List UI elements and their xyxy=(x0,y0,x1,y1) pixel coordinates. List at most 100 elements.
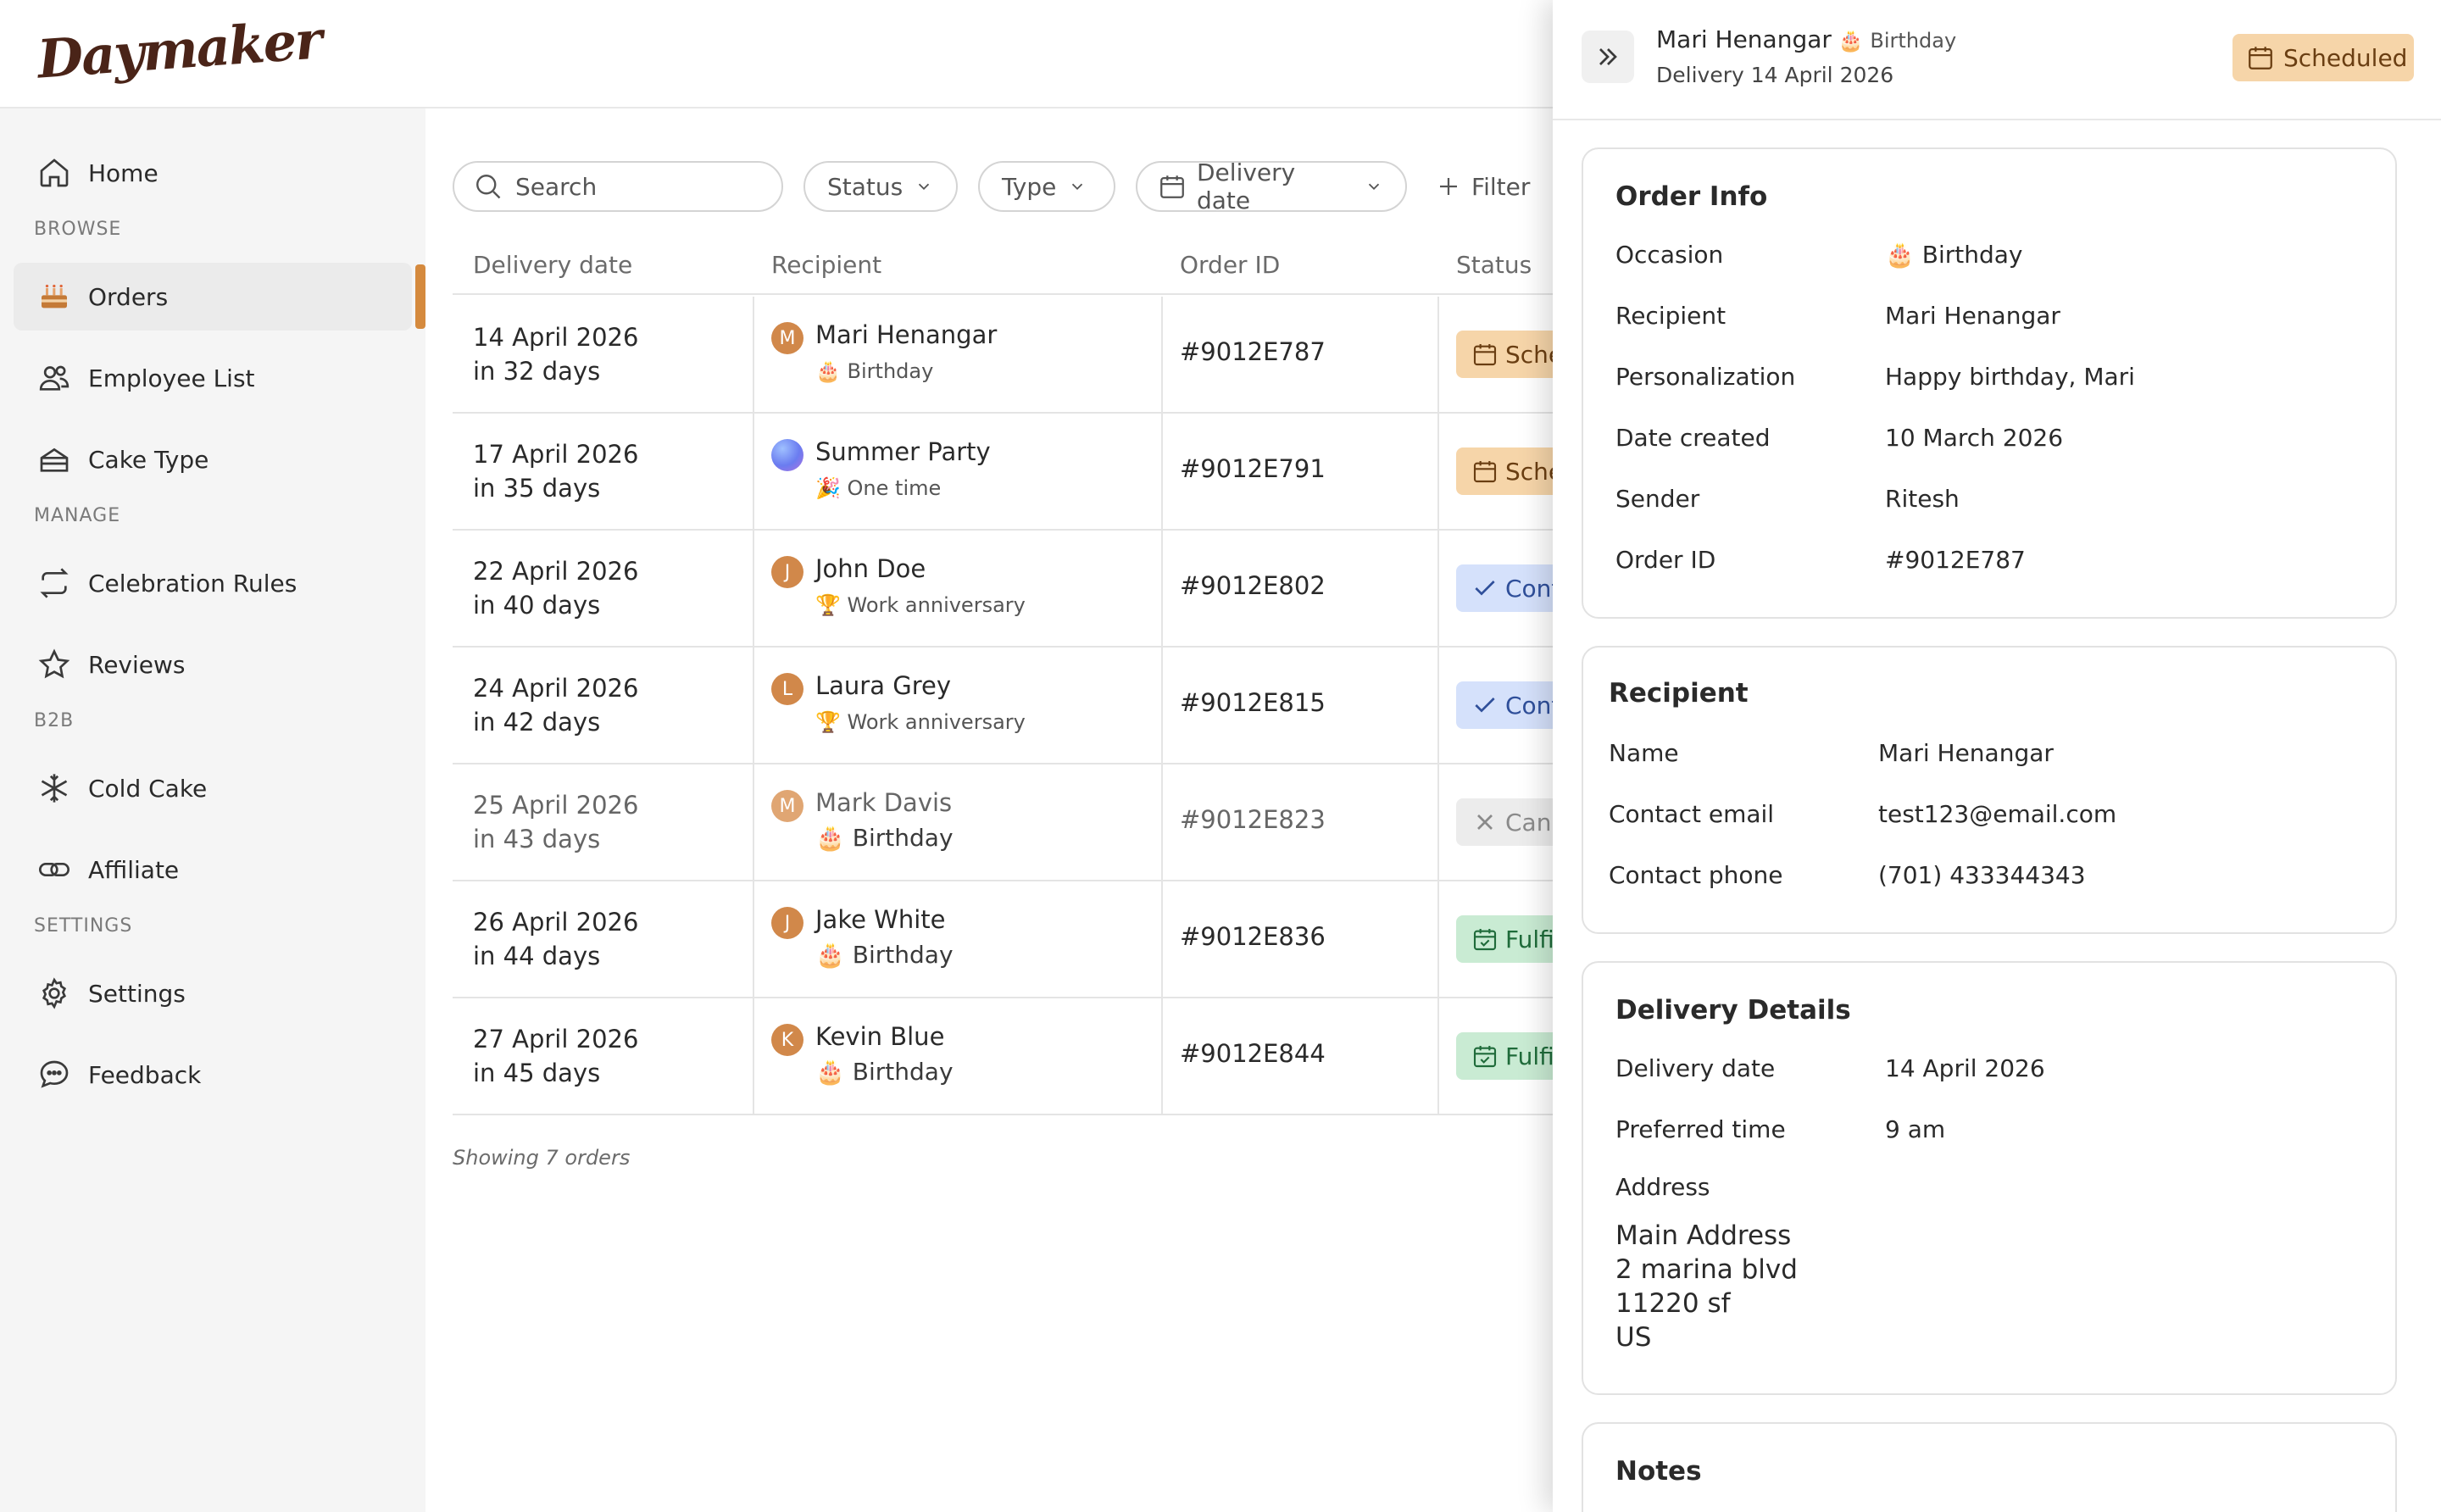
order-info-card: Order Info Occasion 🎂 Birthday Recipient… xyxy=(1582,147,2397,619)
calendar-icon xyxy=(1471,458,1499,485)
repeat-icon xyxy=(36,564,73,602)
column-divider xyxy=(1437,881,1439,998)
field-label: Preferred time xyxy=(1615,1115,1786,1143)
status-filter-label: Status xyxy=(827,172,904,201)
column-divider xyxy=(1161,998,1163,1115)
card-title: Order Info xyxy=(1615,181,1768,212)
avatar: M xyxy=(771,790,803,822)
occasion-value: 🎂 Birthday xyxy=(1885,241,2023,269)
avatar: L xyxy=(771,673,803,705)
column-divider xyxy=(1161,764,1163,881)
delivery-date: 25 April 2026 xyxy=(473,791,639,820)
column-divider xyxy=(1437,414,1439,531)
contact-email-value[interactable]: test123@email.com xyxy=(1878,800,2116,828)
order-id: #9012E815 xyxy=(1180,688,1326,717)
recipient-name: Mari Henangar xyxy=(815,320,998,349)
occasion-label: Work anniversary xyxy=(847,593,1026,617)
delivery-date: 24 April 2026 xyxy=(473,674,639,703)
column-divider xyxy=(753,998,754,1115)
sidebar-item-cold-cake[interactable]: Cold Cake xyxy=(14,754,412,822)
order-id: #9012E823 xyxy=(1180,805,1326,834)
sidebar-item-employee-list[interactable]: Employee List xyxy=(14,344,412,412)
avatar xyxy=(771,439,803,471)
delivery-date-filter[interactable]: Delivery date xyxy=(1136,158,1407,214)
sidebar-item-label: Cake Type xyxy=(88,445,209,474)
add-filter-button[interactable]: Filter xyxy=(1427,161,1563,212)
calendar-icon xyxy=(1160,175,1184,198)
delivery-date-cell: 24 April 2026 in 42 days xyxy=(473,671,638,739)
table-row[interactable]: 26 April 2026 in 44 days J Jake White 🎂 Birt… xyxy=(453,881,1575,998)
field-label: Recipient xyxy=(1615,302,1726,330)
status-badge: Scheduled xyxy=(2232,34,2414,81)
occasion-type: 🎂 Birthday xyxy=(815,1058,954,1086)
drawer-delivery-subtitle: Delivery 14 April 2026 xyxy=(1656,63,1894,87)
column-divider xyxy=(1161,414,1163,531)
delivery-details-card: Delivery Details Delivery date 14 April … xyxy=(1582,961,2397,1395)
table-row[interactable]: 22 April 2026 in 40 days J John Doe 🏆 Work a… xyxy=(453,531,1575,648)
table-row[interactable]: 27 April 2026 in 45 days K Kevin Blue 🎂 Birt… xyxy=(453,998,1575,1115)
table-row[interactable]: 17 April 2026 in 35 days Summer Party 🎉 One… xyxy=(453,414,1575,531)
sidebar-item-orders[interactable]: Orders xyxy=(14,263,425,331)
field-label: Personalization xyxy=(1615,363,1796,391)
delivery-relative: in 44 days xyxy=(473,942,601,970)
field-label: Delivery date xyxy=(1615,1054,1776,1082)
occasion-emoji: 🎂 xyxy=(815,359,841,383)
table-row[interactable]: 14 April 2026 in 32 days M Mari Henangar 🎂 B… xyxy=(453,297,1575,414)
delivery-date-cell: 14 April 2026 in 32 days xyxy=(473,320,638,388)
sidebar-item-affiliate[interactable]: Affiliate xyxy=(14,836,412,903)
address-line: 11220 sf xyxy=(1615,1288,1731,1319)
collapse-drawer-button[interactable] xyxy=(1582,31,1634,83)
recipient-name: Mark Davis xyxy=(815,788,953,817)
occasion-emoji: 🎂 xyxy=(815,1058,845,1086)
status-filter[interactable]: Status xyxy=(803,161,958,212)
column-divider xyxy=(1161,531,1163,648)
occasion-emoji: 🎂 xyxy=(815,824,845,852)
users-icon xyxy=(36,359,73,397)
table-row[interactable]: 25 April 2026 in 43 days M Mark Davis 🎂 Birt… xyxy=(453,764,1575,881)
column-divider xyxy=(1437,648,1439,764)
sidebar-item-label: Orders xyxy=(88,282,169,311)
recipient-name: Laura Grey xyxy=(815,671,951,700)
column-header-order-id[interactable]: Order ID xyxy=(1180,251,1280,279)
search-input[interactable]: Search xyxy=(453,161,783,212)
occasion-emoji: 🎂 xyxy=(815,941,845,969)
sidebar-item-cake-type[interactable]: Cake Type xyxy=(14,425,412,493)
search-icon xyxy=(476,175,501,199)
sidebar-item-reviews[interactable]: Reviews xyxy=(14,631,412,698)
sidebar: Home BROWSE Orders Employee List Cake Ty… xyxy=(0,108,425,1512)
occasion-label: Birthday xyxy=(852,1058,954,1086)
recipient-name: Kevin Blue xyxy=(815,1022,945,1051)
column-divider xyxy=(753,297,754,414)
add-filter-label: Filter xyxy=(1471,172,1531,201)
sidebar-item-feedback[interactable]: Feedback xyxy=(14,1041,412,1109)
contact-phone-value[interactable]: (701) 433344343 xyxy=(1878,861,2086,889)
delivery-date-value: 14 April 2026 xyxy=(1885,1054,2045,1082)
sidebar-item-home[interactable]: Home xyxy=(14,139,412,207)
preferred-time-value: 9 am xyxy=(1885,1115,1946,1143)
occasion-type: 🏆 Work anniversary xyxy=(815,593,1026,617)
delivery-date-cell: 17 April 2026 in 35 days xyxy=(473,437,638,505)
column-divider xyxy=(1437,531,1439,648)
occasion-label: Work anniversary xyxy=(847,710,1026,734)
gear-icon xyxy=(36,975,73,1012)
check-icon xyxy=(1471,692,1499,719)
card-title: Notes xyxy=(1615,1456,1702,1487)
type-filter[interactable]: Type xyxy=(978,161,1115,212)
column-header-status[interactable]: Status xyxy=(1456,251,1532,279)
column-header-recipient[interactable]: Recipient xyxy=(771,251,881,279)
occasion-emoji: 🏆 xyxy=(815,593,841,617)
table-header: Delivery date Recipient Order ID Status xyxy=(453,231,1554,295)
sidebar-item-settings[interactable]: Settings xyxy=(14,959,412,1027)
type-filter-label: Type xyxy=(1002,172,1057,201)
occasion-emoji: 🏆 xyxy=(815,710,841,734)
table-row[interactable]: 24 April 2026 in 42 days L Laura Grey 🏆 Work… xyxy=(453,648,1575,764)
brand-logo[interactable]: Daymaker xyxy=(36,8,323,90)
column-divider xyxy=(753,414,754,531)
column-header-delivery-date[interactable]: Delivery date xyxy=(473,251,632,279)
avatar: J xyxy=(771,556,803,588)
chat-icon xyxy=(36,1056,73,1093)
delivery-relative: in 43 days xyxy=(473,825,601,853)
sidebar-item-celebration-rules[interactable]: Celebration Rules xyxy=(14,549,412,617)
cake-icon xyxy=(36,278,73,315)
recipient-name: Jake White xyxy=(815,905,946,934)
